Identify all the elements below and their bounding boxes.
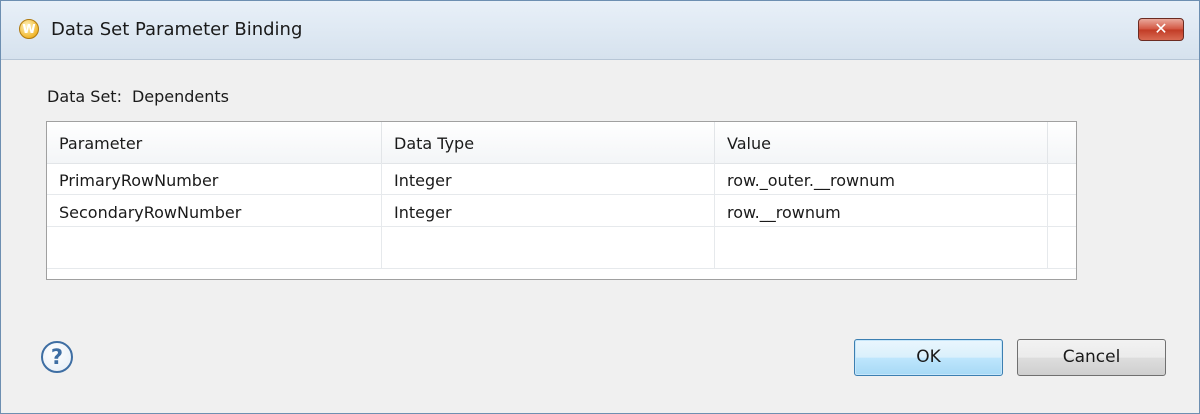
- dataset-label: Data Set:: [47, 87, 122, 106]
- dataset-value: Dependents: [131, 87, 230, 106]
- column-header-data-type[interactable]: Data Type: [382, 122, 715, 163]
- table-row-empty: [47, 227, 1076, 269]
- cell-empty: [1048, 227, 1076, 268]
- cancel-button[interactable]: Cancel: [1017, 339, 1166, 376]
- column-header-filler: [1048, 122, 1076, 163]
- help-icon[interactable]: ?: [41, 341, 73, 373]
- title-bar[interactable]: W Data Set Parameter Binding ✕: [1, 1, 1199, 60]
- cell-value[interactable]: row._outer.__rownum: [715, 163, 1048, 194]
- column-header-value[interactable]: Value: [715, 122, 1048, 163]
- cell-empty: [47, 227, 382, 268]
- table-row[interactable]: SecondaryRowNumber Integer row.__rownum: [47, 195, 1076, 227]
- dataset-info: Data Set: Dependents: [47, 87, 229, 107]
- table-header: Parameter Data Type Value: [47, 122, 1076, 164]
- parameter-table[interactable]: Parameter Data Type Value PrimaryRowNumb…: [46, 121, 1077, 280]
- dialog-window: W Data Set Parameter Binding ✕ Data Set:…: [0, 0, 1200, 414]
- cell-parameter[interactable]: PrimaryRowNumber: [47, 163, 382, 194]
- ok-button[interactable]: OK: [854, 339, 1003, 376]
- close-icon: ✕: [1154, 19, 1168, 38]
- table-row[interactable]: PrimaryRowNumber Integer row._outer.__ro…: [47, 163, 1076, 195]
- cell-empty: [382, 227, 715, 268]
- close-button[interactable]: ✕: [1138, 18, 1184, 41]
- column-header-parameter[interactable]: Parameter: [47, 122, 382, 163]
- dialog-title: Data Set Parameter Binding: [51, 19, 303, 40]
- app-logo-icon: W: [19, 19, 39, 39]
- cell-data-type[interactable]: Integer: [382, 163, 715, 194]
- cell-value[interactable]: row.__rownum: [715, 195, 1048, 226]
- cell-empty: [715, 227, 1048, 268]
- cell-parameter[interactable]: SecondaryRowNumber: [47, 195, 382, 226]
- cell-filler: [1048, 163, 1076, 194]
- cell-filler: [1048, 195, 1076, 226]
- cell-data-type[interactable]: Integer: [382, 195, 715, 226]
